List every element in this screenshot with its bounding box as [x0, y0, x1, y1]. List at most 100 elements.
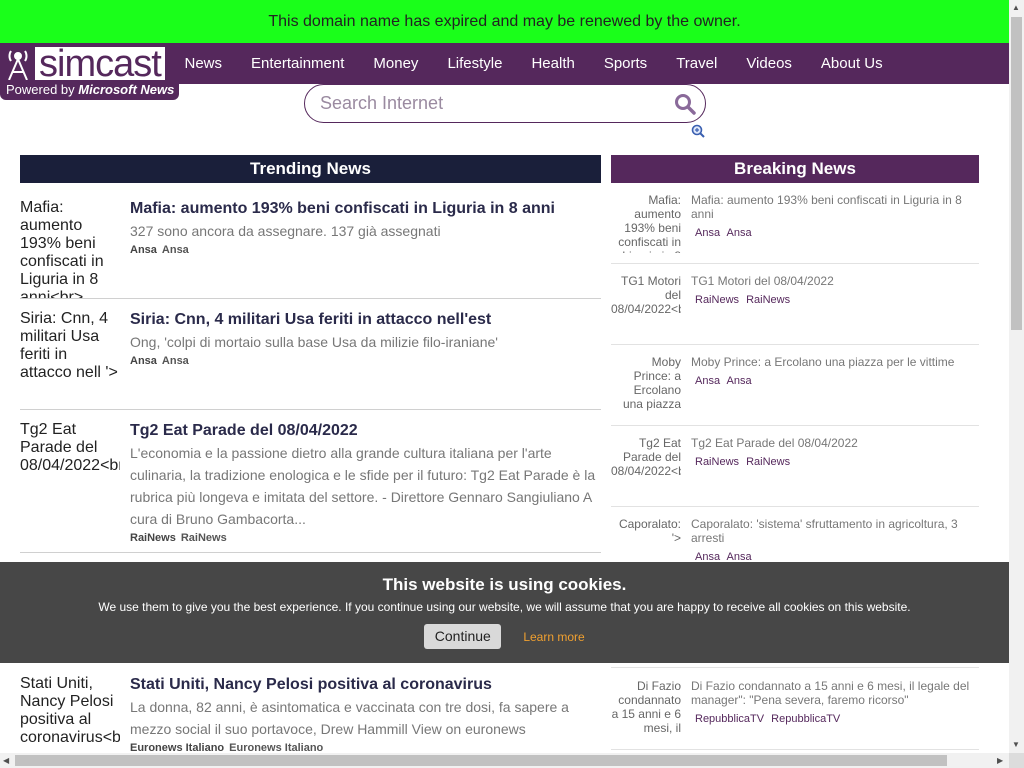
source-logo: RaiNews: [695, 294, 740, 306]
trending-item[interactable]: Stati Uniti, Nancy Pelosi positiva al co…: [20, 675, 601, 753]
nav-item-health[interactable]: Health: [517, 55, 589, 72]
trending-title[interactable]: Siria: Cnn, 4 militari Usa feriti in att…: [130, 310, 601, 330]
trending-title[interactable]: Mafia: aumento 193% beni confiscati in L…: [130, 199, 601, 219]
top-nav: simcast News Entertainment Money Lifesty…: [0, 43, 1009, 84]
scroll-up-icon[interactable]: ▲: [1012, 3, 1020, 12]
zoom-in-icon[interactable]: [691, 124, 705, 138]
trending-desc: La donna, 82 anni, è asintomatica e vacc…: [130, 699, 569, 737]
vertical-scrollbar[interactable]: ▲ ▼: [1009, 0, 1024, 753]
trending-title[interactable]: Tg2 Eat Parade del 08/04/2022: [130, 421, 601, 441]
nav-item-lifestyle[interactable]: Lifestyle: [433, 55, 517, 72]
trending-source: RaiNews RaiNews: [130, 532, 601, 544]
continue-button[interactable]: Continue: [424, 624, 502, 649]
breaking-source: RaiNews RaiNews: [695, 456, 979, 468]
trending-item[interactable]: Siria: Cnn, 4 militari Usa feriti in att…: [20, 310, 601, 410]
powered-name: Microsoft News: [78, 82, 175, 97]
powered-by-badge: Powered by Microsoft News: [0, 80, 180, 100]
trending-title[interactable]: Stati Uniti, Nancy Pelosi positiva al co…: [130, 675, 601, 695]
breaking-source: Ansa Ansa: [695, 375, 979, 387]
source-logo: RaiNews: [695, 456, 740, 468]
page-viewport: This domain name has expired and may be …: [0, 0, 1009, 753]
trending-desc: L'economia e la passione dietro alla gra…: [130, 445, 596, 527]
scroll-right-icon[interactable]: ▶: [997, 756, 1003, 765]
trending-thumb[interactable]: Mafia: aumento 193% beni confiscati in L…: [20, 199, 120, 298]
source-logo: Ansa: [130, 355, 157, 367]
search-input[interactable]: Search Internet: [304, 84, 706, 123]
source-logo: Ansa: [695, 227, 721, 239]
breaking-title[interactable]: Moby Prince: a Ercolano una piazza per l…: [691, 355, 979, 369]
source-name: RaiNews: [746, 294, 791, 306]
banner-text: This domain name has expired and may be …: [268, 12, 741, 30]
nav-item-videos[interactable]: Videos: [732, 55, 807, 72]
source-logo: Ansa: [130, 244, 157, 256]
logo-wordmark: simcast: [35, 45, 165, 83]
trending-thumb[interactable]: Siria: Cnn, 4 militari Usa feriti in att…: [20, 310, 120, 400]
breaking-title[interactable]: Mafia: aumento 193% beni confiscati in L…: [691, 193, 979, 221]
breaking-thumb[interactable]: Caporalato: '>: [611, 517, 681, 559]
breaking-source: RepubblicaTV RepubblicaTV: [695, 713, 979, 725]
breaking-column: Breaking News Mafia: aumento 193% beni c…: [611, 155, 979, 750]
breaking-thumb[interactable]: Tg2 Eat Parade del 08/04/2022<br>: [611, 436, 681, 492]
cookie-title: This website is using cookies.: [382, 575, 627, 594]
breaking-item[interactable]: Tg2 Eat Parade del 08/04/2022<br> Tg2 Ea…: [611, 436, 979, 507]
source-name: RaiNews: [180, 532, 227, 544]
scroll-down-icon[interactable]: ▼: [1012, 740, 1020, 749]
source-logo: Euronews Italiano: [130, 742, 225, 753]
trending-column: Trending News Mafia: aumento 193% beni c…: [20, 155, 601, 753]
source-logo: RaiNews: [130, 532, 176, 544]
nav-item-travel[interactable]: Travel: [662, 55, 732, 72]
source-logo: RepubblicaTV: [695, 713, 765, 725]
breaking-thumb[interactable]: Mafia: aumento 193% beni confiscati in L…: [611, 193, 681, 253]
breaking-item[interactable]: TG1 Motori del 08/04/2022<br> TG1 Motori…: [611, 274, 979, 345]
trending-source: Ansa Ansa: [130, 355, 601, 367]
breaking-source: RaiNews RaiNews: [695, 294, 979, 306]
source-name: Euronews Italiano: [229, 742, 324, 753]
source-name: RepubblicaTV: [771, 713, 841, 725]
breaking-title[interactable]: Di Fazio condannato a 15 anni e 6 mesi, …: [691, 679, 979, 707]
breaking-thumb[interactable]: TG1 Motori del 08/04/2022<br>: [611, 274, 681, 330]
source-name: Ansa: [161, 355, 189, 367]
trending-item[interactable]: Mafia: aumento 193% beni confiscati in L…: [20, 199, 601, 299]
trending-desc: 327 sono ancora da assegnare. 137 già as…: [130, 223, 441, 239]
trending-item[interactable]: Tg2 Eat Parade del 08/04/2022<br> Tg2 Ea…: [20, 421, 601, 553]
breaking-heading: Breaking News: [611, 155, 979, 183]
powered-prefix: Powered by: [6, 82, 75, 97]
scrollbar-corner: [1009, 753, 1024, 768]
trending-heading: Trending News: [20, 155, 601, 183]
trending-source: Euronews Italiano Euronews Italiano: [130, 742, 601, 753]
search-icon[interactable]: [665, 84, 705, 123]
breaking-item[interactable]: Di Fazio condannato a 15 anni e 6 mesi, …: [611, 679, 979, 750]
trending-desc: Ong, 'colpi di mortaio sulla base Usa da…: [130, 334, 498, 350]
horizontal-scrollbar[interactable]: ◀ ▶: [0, 753, 1009, 768]
nav-menu: News Entertainment Money Lifestyle Healt…: [170, 43, 897, 84]
nav-item-about[interactable]: About Us: [806, 55, 897, 72]
breaking-thumb[interactable]: Di Fazio condannato a 15 anni e 6 mesi, …: [611, 679, 681, 735]
source-name: Ansa: [726, 227, 752, 239]
cookie-text: We use them to give you the best experie…: [98, 600, 911, 614]
breaking-title[interactable]: Tg2 Eat Parade del 08/04/2022: [691, 436, 979, 450]
tower-icon: [3, 47, 33, 81]
nav-item-news[interactable]: News: [170, 55, 237, 72]
horizontal-scroll-thumb[interactable]: [15, 755, 947, 766]
breaking-title[interactable]: Caporalato: 'sistema' sfruttamento in ag…: [691, 517, 979, 545]
source-logo: Ansa: [695, 375, 721, 387]
nav-item-entertainment[interactable]: Entertainment: [237, 55, 359, 72]
nav-item-money[interactable]: Money: [359, 55, 433, 72]
trending-thumb[interactable]: Tg2 Eat Parade del 08/04/2022<br>: [20, 421, 120, 475]
simcast-logo[interactable]: simcast: [3, 45, 169, 83]
nav-item-sports[interactable]: Sports: [589, 55, 661, 72]
trending-thumb-text: Tg2 Eat Parade del 08/04/2022<br>: [20, 421, 120, 474]
breaking-title[interactable]: TG1 Motori del 08/04/2022: [691, 274, 979, 288]
breaking-thumb[interactable]: Moby Prince: a Ercolano una piazza: [611, 355, 681, 411]
domain-expired-banner: This domain name has expired and may be …: [0, 0, 1009, 43]
source-name: RaiNews: [746, 456, 791, 468]
breaking-source: Ansa Ansa: [695, 227, 979, 239]
learn-more-link[interactable]: Learn more: [523, 630, 584, 644]
vertical-scroll-thumb[interactable]: [1011, 17, 1022, 330]
scroll-left-icon[interactable]: ◀: [3, 756, 9, 765]
breaking-item[interactable]: Mafia: aumento 193% beni confiscati in L…: [611, 193, 979, 264]
source-name: Ansa: [161, 244, 189, 256]
source-name: Ansa: [726, 375, 752, 387]
trending-thumb[interactable]: Stati Uniti, Nancy Pelosi positiva al co…: [20, 675, 120, 751]
breaking-item[interactable]: Moby Prince: a Ercolano una piazza Moby …: [611, 355, 979, 426]
